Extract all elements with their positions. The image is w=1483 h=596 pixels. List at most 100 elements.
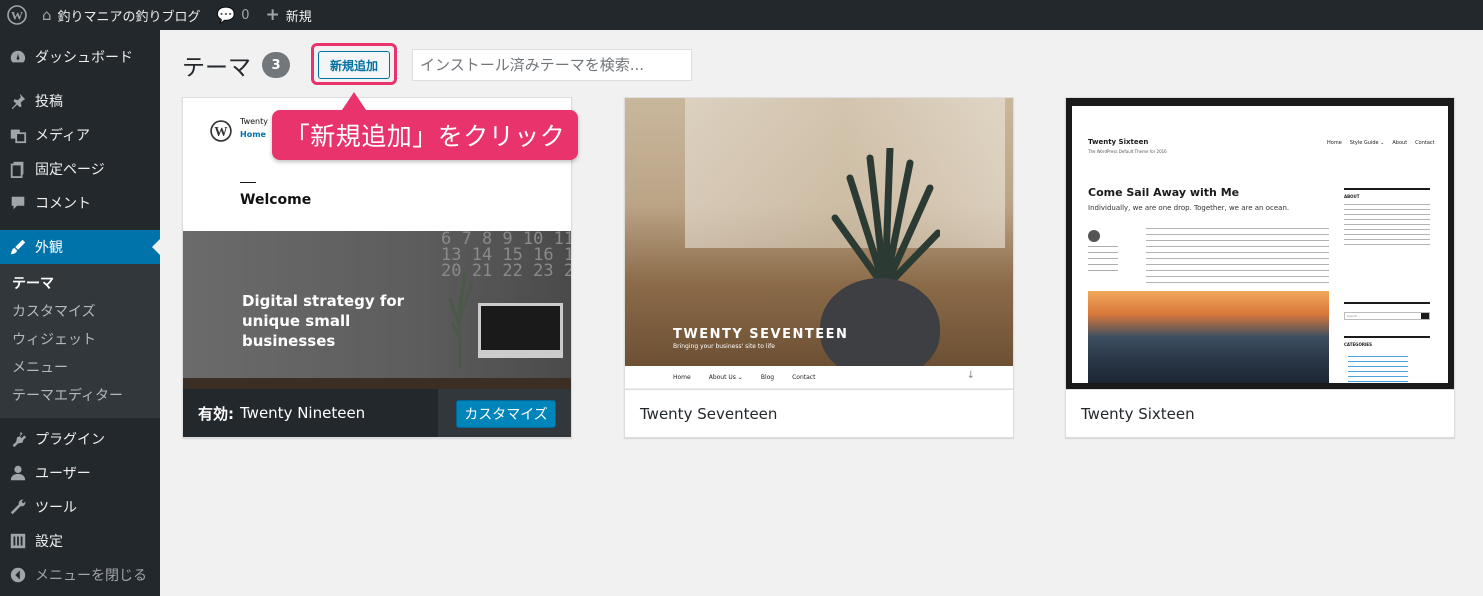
sidebar-item-label: 外観 — [35, 240, 63, 256]
preview-nav-item: Home — [673, 373, 691, 381]
collapse-arrow-icon — [9, 566, 27, 584]
submenu-item-themes[interactable]: テーマ — [0, 270, 160, 298]
settings-icon — [9, 532, 27, 550]
theme-count-badge: 3 — [262, 52, 290, 78]
preview-nav-item: Contact — [1415, 140, 1435, 146]
succulent-icon — [831, 148, 940, 288]
user-icon — [9, 464, 27, 482]
preview-title: TWENTY SEVENTEEN — [673, 327, 849, 342]
submenu-item-widgets[interactable]: ウィジェット — [0, 326, 160, 354]
page-title: テーマ — [182, 55, 251, 81]
preview-nav: Home Style Guide ⌄ About Contact — [1327, 140, 1435, 146]
preview-nav-item: Style Guide ⌄ — [1349, 140, 1385, 146]
media-icon — [9, 126, 27, 144]
svg-text:W: W — [11, 9, 23, 23]
sidebar-item-appearance[interactable]: 外観 — [0, 230, 160, 264]
theme-name: Twenty Sixteen — [1066, 389, 1454, 437]
arrow-down-icon: ↓ — [966, 370, 975, 381]
customize-button[interactable]: カスタマイズ — [456, 400, 556, 428]
preview-sunset-image — [1088, 291, 1329, 383]
admin-sidebar: ダッシュボード 投稿 メディア 固定ページ コメント 外観 テーマ カスタマイズ… — [0, 30, 160, 596]
wordpress-logo-icon: W — [210, 120, 232, 142]
theme-screenshot[interactable]: TWENTY SEVENTEEN Bringing your business'… — [625, 98, 1013, 389]
sidebar-item-media[interactable]: メディア — [0, 118, 160, 152]
collapse-menu-button[interactable]: メニューを閉じる — [0, 558, 160, 592]
sidebar-item-tools[interactable]: ツール — [0, 490, 160, 524]
comments-link[interactable]: 💬 0 — [209, 0, 258, 30]
active-label: 有効: — [198, 404, 234, 423]
wrench-icon — [9, 498, 27, 516]
theme-screenshot[interactable]: Twenty Sixteen The WordPress Default The… — [1066, 98, 1454, 389]
sidebar-item-label: 固定ページ — [35, 162, 105, 178]
sidebar-item-label: メディア — [35, 128, 91, 144]
sidebar-item-label: コメント — [35, 196, 91, 212]
plugin-icon — [9, 430, 27, 448]
callout-annotation: 「新規追加」をクリック — [272, 92, 578, 160]
preview-nav: Home About Us ⌄ Blog Contact — [625, 366, 1013, 389]
sidebar-item-label: プラグイン — [35, 432, 105, 448]
home-icon: ⌂ — [42, 6, 52, 24]
sidebar-item-label: 設定 — [35, 534, 63, 550]
sidebar-categories-heading: CATEGORIES — [1344, 342, 1373, 347]
preview-nav-item: About Us ⌄ — [708, 373, 743, 381]
sidebar-about-heading: ABOUT — [1344, 194, 1360, 199]
sidebar-item-dashboard[interactable]: ダッシュボード — [0, 40, 160, 74]
sidebar-item-label: ツール — [35, 500, 77, 516]
brush-icon — [9, 238, 27, 256]
comment-bubble-icon: 💬 — [216, 6, 236, 24]
preview-hero-text: Digital strategy for unique small busine… — [242, 292, 405, 350]
sidebar-item-settings[interactable]: 設定 — [0, 524, 160, 558]
preview-tagline: Bringing your business' site to life — [673, 343, 775, 350]
theme-search-input[interactable] — [412, 49, 692, 81]
sidebar-item-comments[interactable]: コメント — [0, 186, 160, 220]
theme-card-twenty-sixteen[interactable]: Twenty Sixteen The WordPress Default The… — [1065, 97, 1455, 438]
add-new-button[interactable]: 新規追加 — [318, 51, 390, 79]
theme-card-twenty-seventeen[interactable]: TWENTY SEVENTEEN Bringing your business'… — [624, 97, 1014, 438]
pin-icon — [9, 92, 27, 110]
svg-text:W: W — [214, 124, 227, 139]
theme-name-text: Twenty Nineteen — [240, 404, 366, 422]
preview-nav-item: Blog — [760, 373, 775, 381]
preview-sidebar: ABOUT Search ... CATEGORIES — [1344, 186, 1430, 383]
dashboard-icon — [9, 48, 27, 66]
new-label: 新規 — [285, 9, 312, 25]
sidebar-item-label: 投稿 — [35, 94, 63, 110]
sidebar-item-plugins[interactable]: プラグイン — [0, 422, 160, 456]
site-name-link[interactable]: ⌂ 釣りマニアの釣りブログ — [34, 0, 209, 30]
preview-post-title: Come Sail Away with Me — [1088, 186, 1240, 199]
monitor-image — [478, 303, 563, 358]
sidebar-item-label: ダッシュボード — [35, 50, 133, 66]
preview-body-text — [1146, 228, 1329, 286]
comments-count: 0 — [241, 7, 250, 23]
avatar — [1088, 230, 1100, 242]
comment-icon — [9, 194, 27, 212]
collapse-menu-label: メニューを閉じる — [35, 568, 147, 584]
preview-site-name: Twenty Sixteen — [1088, 138, 1149, 146]
theme-name: 有効: Twenty Nineteen — [198, 389, 365, 437]
appearance-submenu: テーマ カスタマイズ ウィジェット メニュー テーマエディター — [0, 264, 160, 418]
preview-nav-item: Home — [1327, 140, 1342, 146]
sidebar-search: Search ... — [1344, 312, 1430, 320]
preview-tagline: The WordPress Default Theme for 2016 — [1088, 149, 1167, 154]
site-name: 釣りマニアの釣りブログ — [57, 9, 201, 25]
preview-intro: Individually, we are one drop. Together,… — [1088, 204, 1290, 212]
submenu-item-theme-editor[interactable]: テーマエディター — [0, 382, 160, 410]
admin-bar: W ⌂ 釣りマニアの釣りブログ 💬 0 + 新規 — [0, 0, 1483, 30]
theme-name: Twenty Seventeen — [625, 389, 1013, 437]
sidebar-item-pages[interactable]: 固定ページ — [0, 152, 160, 186]
plant-icon — [448, 272, 474, 368]
submenu-item-menus[interactable]: メニュー — [0, 354, 160, 382]
sidebar-item-users[interactable]: ユーザー — [0, 456, 160, 490]
preview-welcome: Welcome — [240, 192, 312, 208]
page-icon — [9, 160, 27, 178]
sidebar-item-posts[interactable]: 投稿 — [0, 84, 160, 118]
preview-nav-item: About — [1392, 140, 1408, 146]
submenu-item-customize[interactable]: カスタマイズ — [0, 298, 160, 326]
preview-nav-item: Contact — [792, 373, 816, 381]
preview-site-name: Twenty — [240, 117, 268, 126]
plus-icon: + — [265, 5, 280, 25]
new-content-link[interactable]: + 新規 — [258, 0, 320, 30]
preview-page: Twenty Sixteen The WordPress Default The… — [1072, 106, 1448, 383]
wordpress-logo-icon[interactable]: W — [0, 0, 34, 30]
sidebar-item-label: ユーザー — [35, 466, 91, 482]
